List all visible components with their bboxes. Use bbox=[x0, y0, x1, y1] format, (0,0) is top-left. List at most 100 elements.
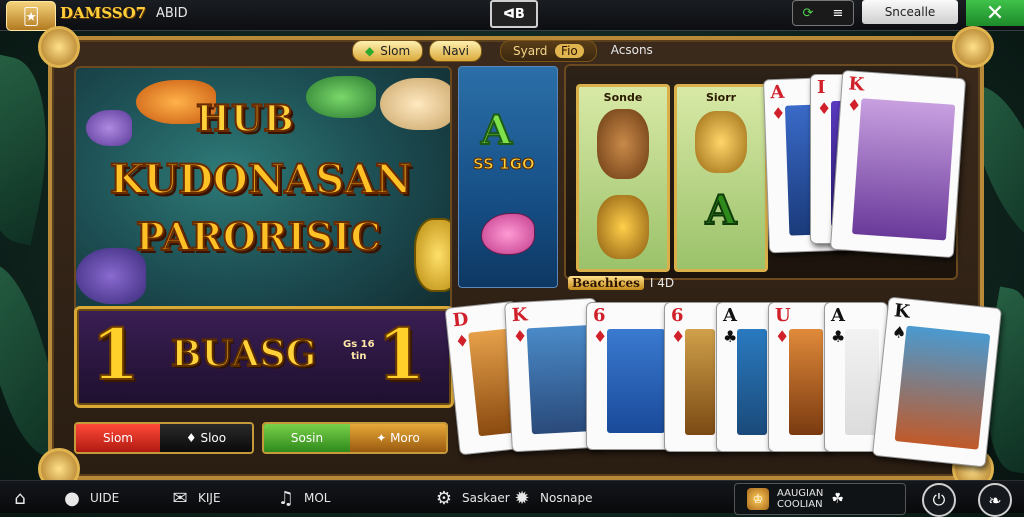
card-rank: 6 bbox=[671, 305, 684, 326]
card-suit-icon: ♦ bbox=[770, 103, 786, 124]
bottom-card-5[interactable]: A ♣ bbox=[716, 302, 776, 452]
card-artwork bbox=[526, 325, 594, 435]
golden-beetle-icon bbox=[695, 111, 747, 173]
home-icon[interactable]: ⌂ bbox=[8, 487, 38, 509]
clover-icon: ☘ bbox=[831, 491, 844, 507]
symbol-label: Siorr bbox=[705, 91, 737, 104]
more-button-label[interactable]: ✦ Moro bbox=[350, 424, 446, 452]
bottom-card-8[interactable]: K ♠ bbox=[871, 296, 1003, 468]
tab-navi[interactable]: Navi bbox=[429, 40, 482, 62]
brand-sub-label: ABID bbox=[156, 6, 188, 21]
refresh-icon[interactable]: ⟳ bbox=[803, 6, 814, 21]
promo-line1: AAUGIAN bbox=[777, 488, 824, 499]
nav-mail[interactable]: ✉ KIJE bbox=[168, 487, 221, 509]
symbol-letter: A bbox=[704, 186, 737, 235]
card-rank: K bbox=[847, 73, 865, 96]
card-artwork bbox=[789, 329, 823, 435]
card-suit-icon: ♦ bbox=[512, 326, 528, 347]
symbol-label: Sonde bbox=[603, 91, 643, 104]
nav-home[interactable]: ● UIDE bbox=[60, 487, 119, 509]
reel-number: SS 1GO bbox=[473, 155, 536, 174]
spin-bet-button[interactable]: Siom ♦ Sloo bbox=[74, 422, 254, 454]
card-rank: I bbox=[817, 77, 826, 98]
card-artwork bbox=[894, 325, 991, 450]
search-button[interactable]: Sncealle bbox=[862, 0, 958, 24]
golden-fruit-icon bbox=[414, 218, 450, 292]
top-card-3[interactable]: K ♦ bbox=[829, 69, 967, 259]
slot-title-line3: PARORISIC bbox=[135, 213, 382, 260]
card-artwork bbox=[685, 329, 715, 435]
bonus-button-label[interactable]: Sosin bbox=[264, 424, 350, 452]
symbol-tile-warrior[interactable]: Sonde bbox=[576, 84, 670, 272]
nav-info[interactable]: ⚙ Saskaer bbox=[432, 487, 510, 509]
card-artwork bbox=[607, 329, 665, 433]
bonus-label: Beachices I 4D bbox=[568, 274, 674, 292]
reel-letter: A bbox=[480, 106, 513, 155]
person-icon: ● bbox=[64, 487, 80, 509]
card-suit-icon: ♦ bbox=[817, 99, 832, 118]
slot-title-line1: HUB bbox=[195, 97, 295, 141]
card-rank: K bbox=[893, 300, 911, 323]
gear-icon: ⚙ bbox=[435, 487, 453, 509]
top-center-button[interactable]: ᐊB bbox=[490, 0, 538, 28]
top-tabs: ◆ Slom Navi Syard Fio Acsons bbox=[352, 40, 661, 62]
card-artwork bbox=[737, 329, 767, 435]
card-rank: K bbox=[511, 304, 529, 327]
spin-button-label[interactable]: Siom bbox=[76, 424, 160, 452]
nav-music-label: MOL bbox=[304, 491, 331, 505]
nav-settings-label: Nosnape bbox=[540, 491, 593, 505]
card-suit-icon: ♦ bbox=[671, 327, 686, 346]
slot-banner[interactable]: HUB KUDONASAN PARORISIC bbox=[74, 66, 452, 332]
jackpot-digit-right: 1 bbox=[376, 313, 427, 396]
nav-music[interactable]: ♫ MOL bbox=[274, 487, 331, 509]
nav-home-label: UIDE bbox=[90, 491, 120, 505]
card-suit-icon: ♦ bbox=[775, 327, 790, 346]
top-toggle-group[interactable]: ⟳ ≡ bbox=[792, 0, 854, 26]
nav-info-label: Saskaer bbox=[462, 491, 510, 505]
bonus-label-text: Beachices bbox=[568, 276, 644, 290]
promo-line2: COOLIAN bbox=[777, 499, 823, 510]
card-suit-icon: ♦ bbox=[846, 95, 862, 116]
jackpot-text: BUASG bbox=[170, 332, 317, 376]
nav-settings[interactable]: ✹ Nosnape bbox=[510, 487, 593, 509]
tab-acsons[interactable]: Acsons bbox=[603, 40, 661, 60]
promo-box[interactable]: ♔ AAUGIAN COOLIAN ☘ bbox=[734, 483, 906, 515]
card-suit-icon: ♠ bbox=[891, 322, 908, 343]
card-rank: U bbox=[775, 305, 791, 326]
beige-fish-icon bbox=[380, 78, 450, 130]
warrior-icon bbox=[597, 109, 649, 179]
bottom-card-3[interactable]: 6 ♦ bbox=[586, 302, 674, 450]
lion-icon: ♔ bbox=[747, 488, 769, 510]
bonus-more-button[interactable]: Sosin ✦ Moro bbox=[262, 422, 448, 454]
top-bar: 🃏 DAMSSO7 ABID ᐊB ⟳ ≡ Sncealle ✕ bbox=[0, 0, 1024, 31]
card-suit-icon: ♣ bbox=[831, 327, 846, 346]
card-rank: 6 bbox=[593, 305, 606, 326]
jester-avatar-icon[interactable]: 🃏 bbox=[6, 1, 56, 31]
jackpot-banner[interactable]: 1 BUASG Gs 16 tin 1 bbox=[74, 306, 454, 408]
reel-column[interactable]: A SS 1GO bbox=[458, 66, 558, 288]
jackpot-digit-left: 1 bbox=[90, 313, 141, 396]
symbol-tile-beetle[interactable]: Siorr A bbox=[674, 84, 768, 272]
jackpot-small-text: Gs 16 tin bbox=[343, 339, 375, 362]
tab-slom[interactable]: ◆ Slom bbox=[352, 40, 424, 62]
card-rank: A bbox=[831, 305, 845, 326]
card-rank: A bbox=[770, 81, 785, 104]
card-suit-icon: ♣ bbox=[723, 327, 738, 346]
bet-button-label[interactable]: ♦ Sloo bbox=[160, 424, 252, 452]
equalizer-icon[interactable]: ≡ bbox=[833, 6, 844, 21]
house-icon: ⌂ bbox=[14, 487, 26, 509]
sun-icon: ✹ bbox=[514, 487, 530, 509]
card-artwork bbox=[852, 98, 956, 241]
close-button[interactable]: ✕ bbox=[966, 0, 1024, 26]
nav-mail-label: KIJE bbox=[198, 491, 221, 505]
purple-fish-icon bbox=[86, 110, 132, 146]
mail-icon: ✉ bbox=[172, 487, 188, 509]
bottom-card-6[interactable]: U ♦ bbox=[768, 302, 832, 452]
golden-idol-icon bbox=[597, 195, 649, 259]
card-rank: A bbox=[723, 305, 737, 326]
slot-title-line2: KUDONASAN bbox=[109, 155, 413, 204]
bottom-card-4[interactable]: 6 ♦ bbox=[664, 302, 724, 452]
card-artwork bbox=[845, 329, 879, 435]
tab-syard[interactable]: Syard Fio bbox=[499, 40, 597, 62]
card-rank: D bbox=[451, 308, 470, 332]
